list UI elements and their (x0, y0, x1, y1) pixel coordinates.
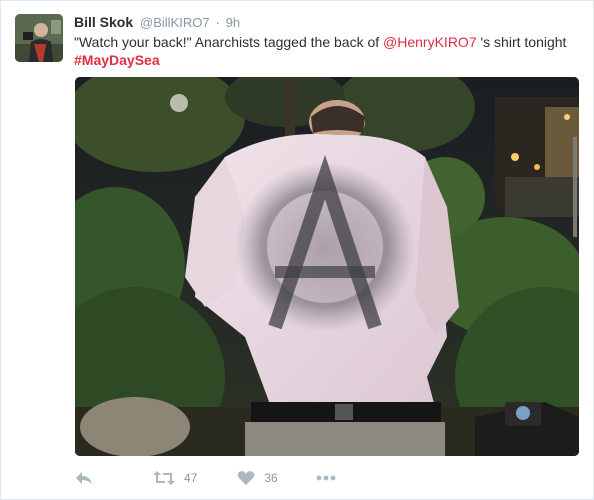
heart-icon (237, 470, 255, 486)
timestamp[interactable]: 9h (226, 15, 240, 30)
retweet-icon (153, 470, 175, 486)
tweet-text-part1: "Watch your back!" Anarchists tagged the… (74, 34, 384, 50)
retweet-button[interactable]: 47 (153, 470, 197, 486)
tweet-actions: 47 36 (75, 467, 336, 489)
tweet-text-part2: 's shirt tonight (476, 34, 567, 50)
retweet-count: 47 (184, 471, 198, 485)
tweet-card: Bill Skok @BillKIRO7 · 9h "Watch your ba… (0, 0, 594, 500)
reply-icon (75, 470, 93, 486)
tweet-header: Bill Skok @BillKIRO7 · 9h (74, 13, 240, 32)
more-button[interactable] (316, 475, 336, 481)
tweet-photo[interactable] (75, 77, 579, 456)
author-name[interactable]: Bill Skok (74, 14, 133, 30)
mention-link[interactable]: @HenryKIRO7 (383, 34, 477, 50)
hashtag-link[interactable]: #MayDaySea (74, 52, 160, 68)
author-handle[interactable]: @BillKIRO7 (140, 15, 210, 30)
like-count: 36 (264, 471, 278, 485)
reply-button[interactable] (75, 470, 93, 486)
like-button[interactable]: 36 (237, 470, 278, 486)
separator-dot: · (215, 15, 220, 30)
tweet-text: "Watch your back!" Anarchists tagged the… (74, 33, 584, 69)
more-dots-icon (316, 475, 336, 481)
avatar[interactable] (15, 14, 63, 62)
